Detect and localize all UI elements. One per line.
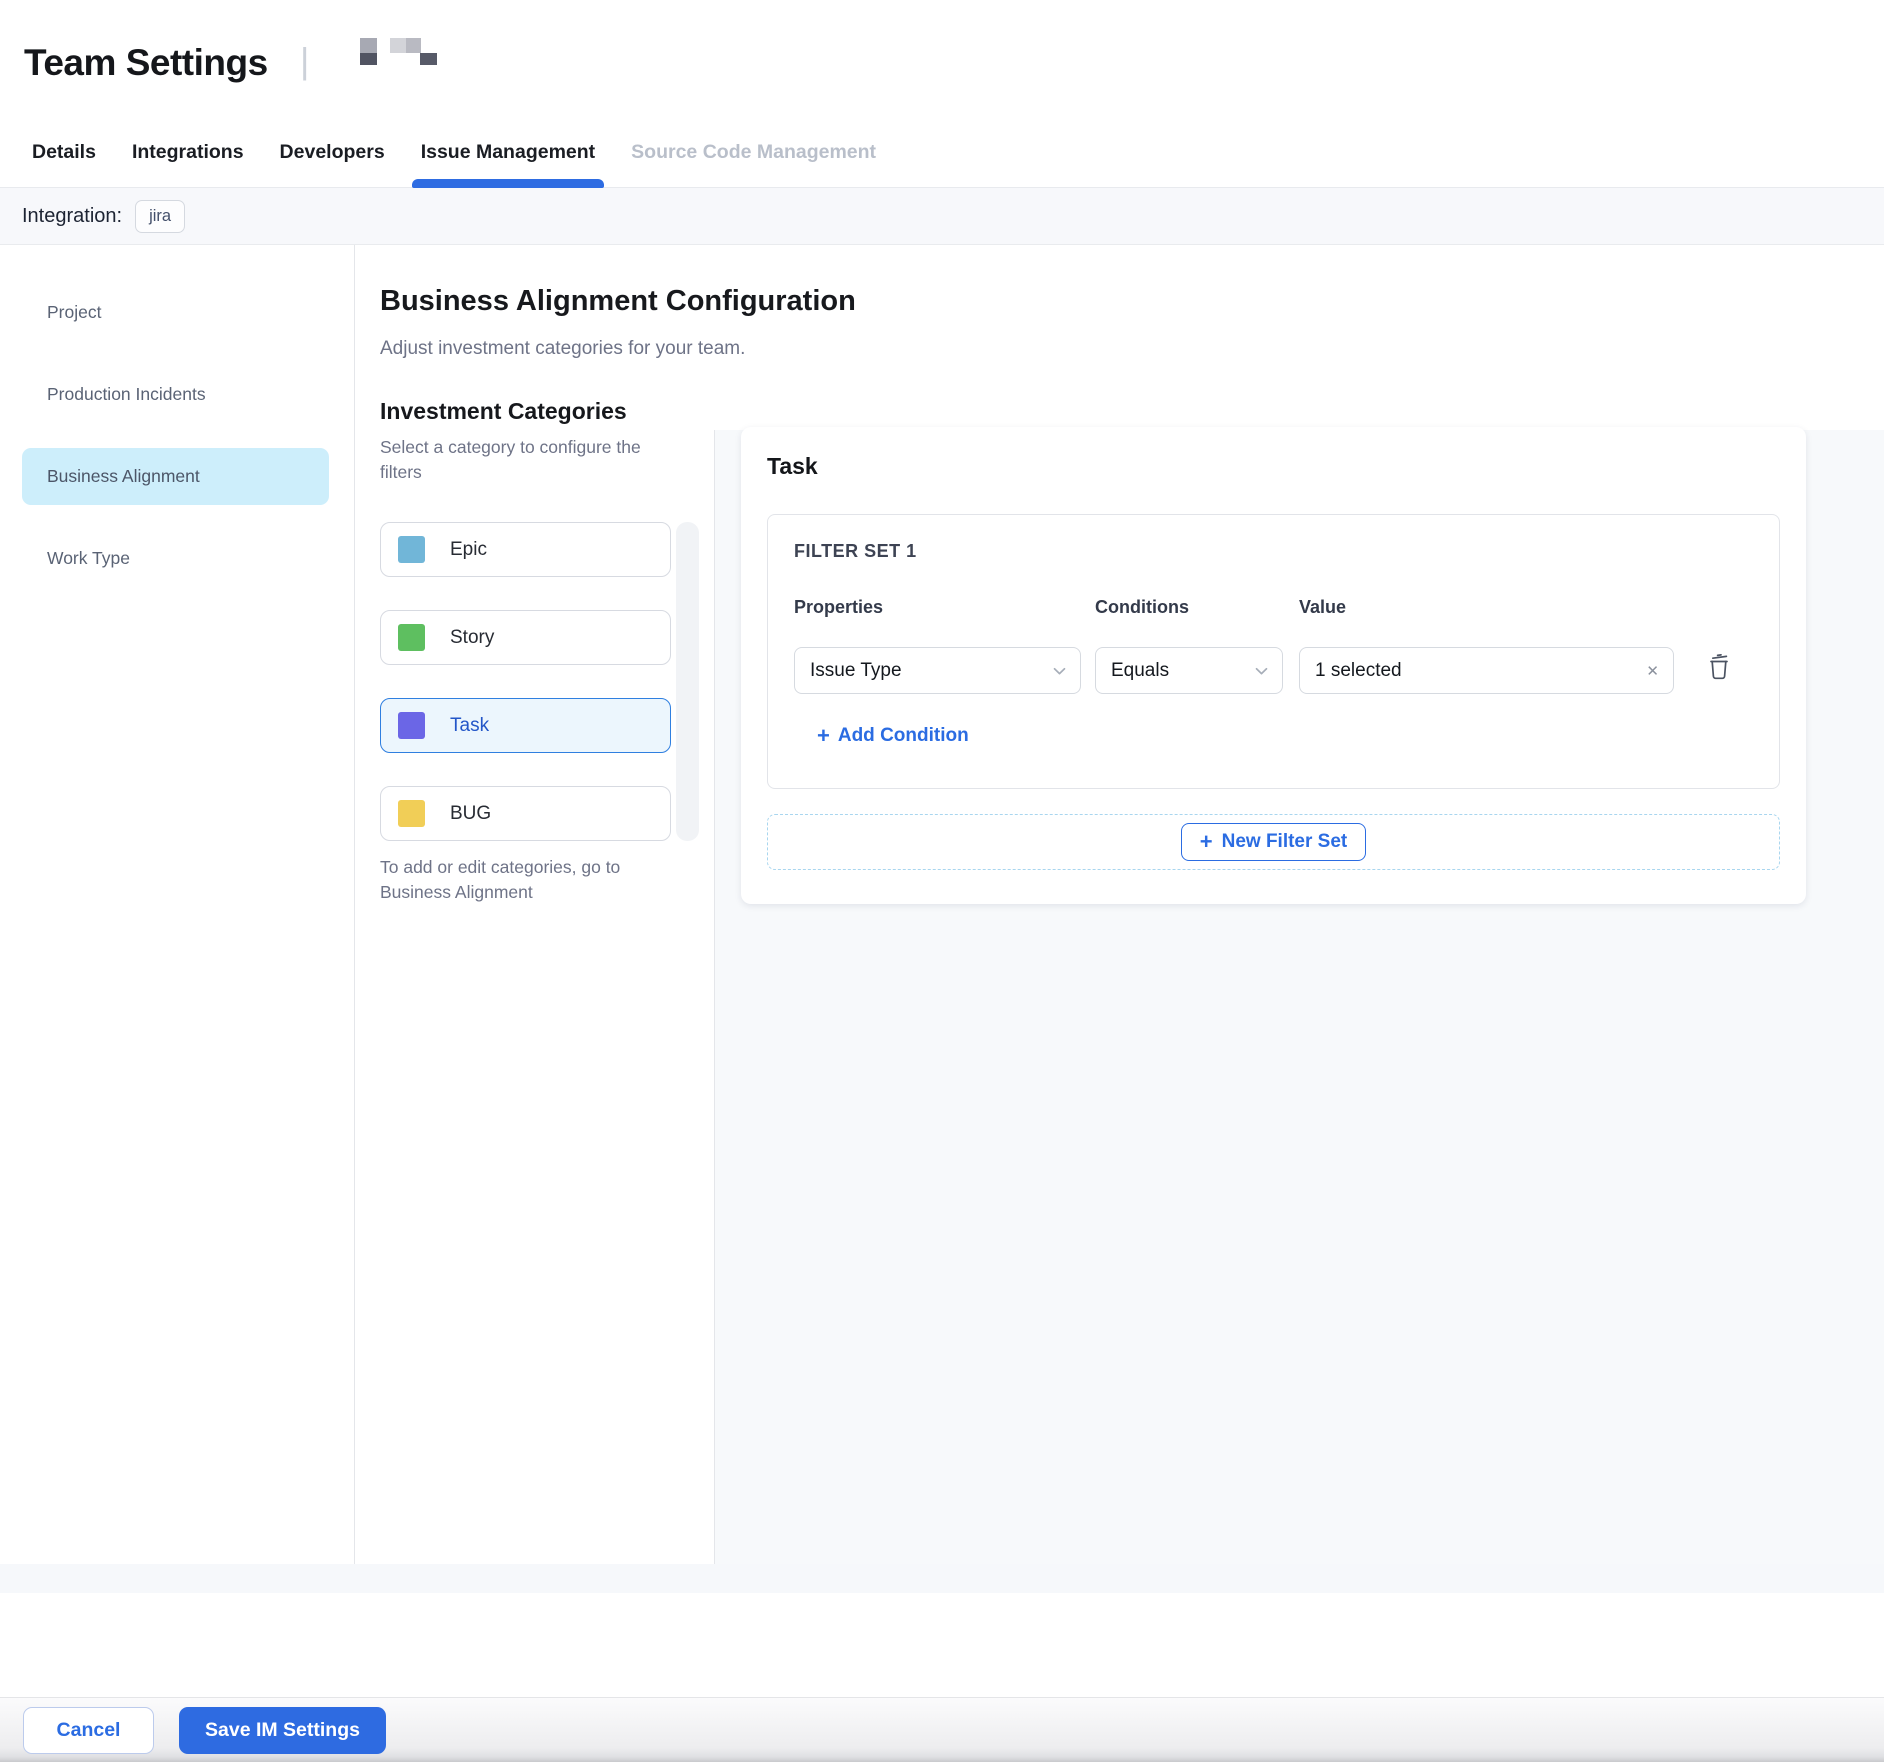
- value-select-text: 1 selected: [1315, 660, 1646, 682]
- column-header-value: Value: [1299, 597, 1346, 618]
- category-label: Epic: [450, 539, 487, 561]
- task-color-swatch: [398, 712, 425, 739]
- category-label: BUG: [450, 803, 491, 825]
- category-card-epic[interactable]: Epic: [380, 522, 671, 577]
- categories-divider: [714, 430, 715, 1564]
- sidebar-item-business-alignment[interactable]: Business Alignment: [22, 448, 329, 505]
- tab-issue-management[interactable]: Issue Management: [421, 118, 595, 188]
- plus-icon: +: [817, 726, 830, 746]
- category-label: Task: [450, 715, 489, 737]
- tab-developers[interactable]: Developers: [280, 118, 385, 188]
- cancel-button[interactable]: Cancel: [23, 1707, 154, 1754]
- category-card-bug[interactable]: BUG: [380, 786, 671, 841]
- investment-categories-subtitle: Select a category to configure the filte…: [380, 435, 652, 485]
- title-separator: |: [300, 36, 309, 86]
- page-title: Team Settings: [24, 38, 268, 88]
- property-select-value: Issue Type: [810, 660, 1053, 682]
- filter-set-panel: FILTER SET 1 Properties Conditions Value…: [767, 514, 1780, 789]
- integration-bar: Integration: jira: [0, 188, 1884, 245]
- delete-condition-button[interactable]: [1705, 651, 1733, 683]
- epic-color-swatch: [398, 536, 425, 563]
- content-bottom-band: [0, 1564, 1884, 1593]
- team-settings-page: Team Settings | Details Integrations Dev…: [0, 0, 1884, 1762]
- add-condition-label: Add Condition: [838, 725, 969, 747]
- footer-action-bar: Cancel Save IM Settings: [0, 1697, 1884, 1762]
- new-filter-set-dropzone: + New Filter Set: [767, 814, 1780, 870]
- category-card-task[interactable]: Task: [380, 698, 671, 753]
- bug-color-swatch: [398, 800, 425, 827]
- property-select[interactable]: Issue Type: [794, 647, 1081, 694]
- category-label: Story: [450, 627, 494, 649]
- task-card-title: Task: [767, 453, 818, 480]
- new-filter-set-button[interactable]: + New Filter Set: [1181, 823, 1367, 861]
- story-color-swatch: [398, 624, 425, 651]
- column-header-properties: Properties: [794, 597, 883, 618]
- add-condition-button[interactable]: + Add Condition: [817, 725, 969, 747]
- chevron-down-icon: [1053, 660, 1066, 682]
- tab-source-code-management[interactable]: Source Code Management: [631, 118, 876, 188]
- categories-note: To add or edit categories, go to Busines…: [380, 855, 670, 905]
- tab-bar: Details Integrations Developers Issue Ma…: [0, 118, 1884, 188]
- redacted-team-name: [360, 38, 437, 65]
- value-multiselect[interactable]: 1 selected ✕: [1299, 647, 1674, 694]
- sidebar-item-project[interactable]: Project: [22, 284, 329, 341]
- sidebar-divider: [354, 245, 355, 1564]
- investment-categories-title: Investment Categories: [380, 398, 627, 425]
- column-header-conditions: Conditions: [1095, 597, 1189, 618]
- category-list-scrollbar[interactable]: [676, 522, 699, 841]
- tab-details[interactable]: Details: [32, 118, 96, 188]
- chevron-down-icon: [1255, 660, 1268, 682]
- task-config-card: Task FILTER SET 1 Properties Conditions …: [741, 427, 1806, 904]
- section-subtitle: Adjust investment categories for your te…: [380, 338, 745, 360]
- save-im-settings-button[interactable]: Save IM Settings: [179, 1707, 386, 1754]
- sidebar-item-production-incidents[interactable]: Production Incidents: [22, 366, 329, 423]
- category-card-story[interactable]: Story: [380, 610, 671, 665]
- sidebar-item-work-type[interactable]: Work Type: [22, 530, 329, 587]
- filter-set-title: FILTER SET 1: [794, 541, 917, 562]
- new-filter-set-label: New Filter Set: [1222, 831, 1348, 853]
- plus-icon: +: [1200, 832, 1213, 852]
- condition-select[interactable]: Equals: [1095, 647, 1283, 694]
- condition-select-value: Equals: [1111, 660, 1255, 682]
- section-title: Business Alignment Configuration: [380, 285, 856, 318]
- content-area: Project Production Incidents Business Al…: [0, 245, 1884, 1564]
- integration-label: Integration:: [22, 205, 122, 228]
- integration-badge: jira: [135, 200, 185, 233]
- tab-integrations[interactable]: Integrations: [132, 118, 244, 188]
- clear-icon[interactable]: ✕: [1646, 662, 1659, 680]
- trash-icon: [1706, 669, 1732, 684]
